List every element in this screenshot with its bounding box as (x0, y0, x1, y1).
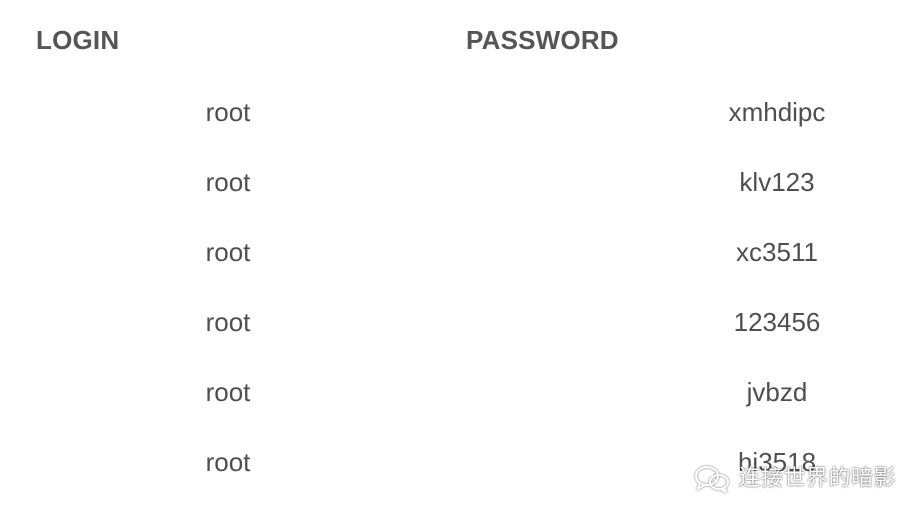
password-column-header: PASSWORD (466, 25, 619, 55)
login-cell: root (205, 237, 251, 267)
watermark-text: 连接世界的暗影 (738, 466, 896, 491)
password-cell: xc3511 (736, 237, 818, 267)
table-row: root klv123 (0, 150, 924, 220)
login-cell: root (205, 97, 251, 127)
table-body: root xmhdipc root klv123 root xc3511 roo… (0, 80, 924, 500)
login-column-header: LOGIN (36, 25, 120, 55)
credentials-table: LOGIN PASSWORD root xmhdipc root klv123 … (0, 0, 924, 520)
password-cell: klv123 (739, 167, 815, 197)
table-row: root xmhdipc (0, 80, 924, 150)
login-cell: root (205, 447, 251, 477)
login-cell: root (205, 167, 251, 197)
table-row: root jvbzd (0, 360, 924, 430)
password-cell: xmhdipc (728, 97, 826, 127)
table-row: root xc3511 (0, 220, 924, 290)
login-cell: root (205, 307, 251, 337)
password-cell: 123456 (733, 307, 821, 337)
login-cell: root (205, 377, 251, 407)
table-row: root 123456 (0, 290, 924, 360)
table-header: LOGIN PASSWORD (0, 22, 924, 62)
watermark: 连接世界的暗影 (692, 464, 896, 494)
password-cell: jvbzd (746, 377, 808, 407)
wechat-icon (692, 464, 732, 494)
